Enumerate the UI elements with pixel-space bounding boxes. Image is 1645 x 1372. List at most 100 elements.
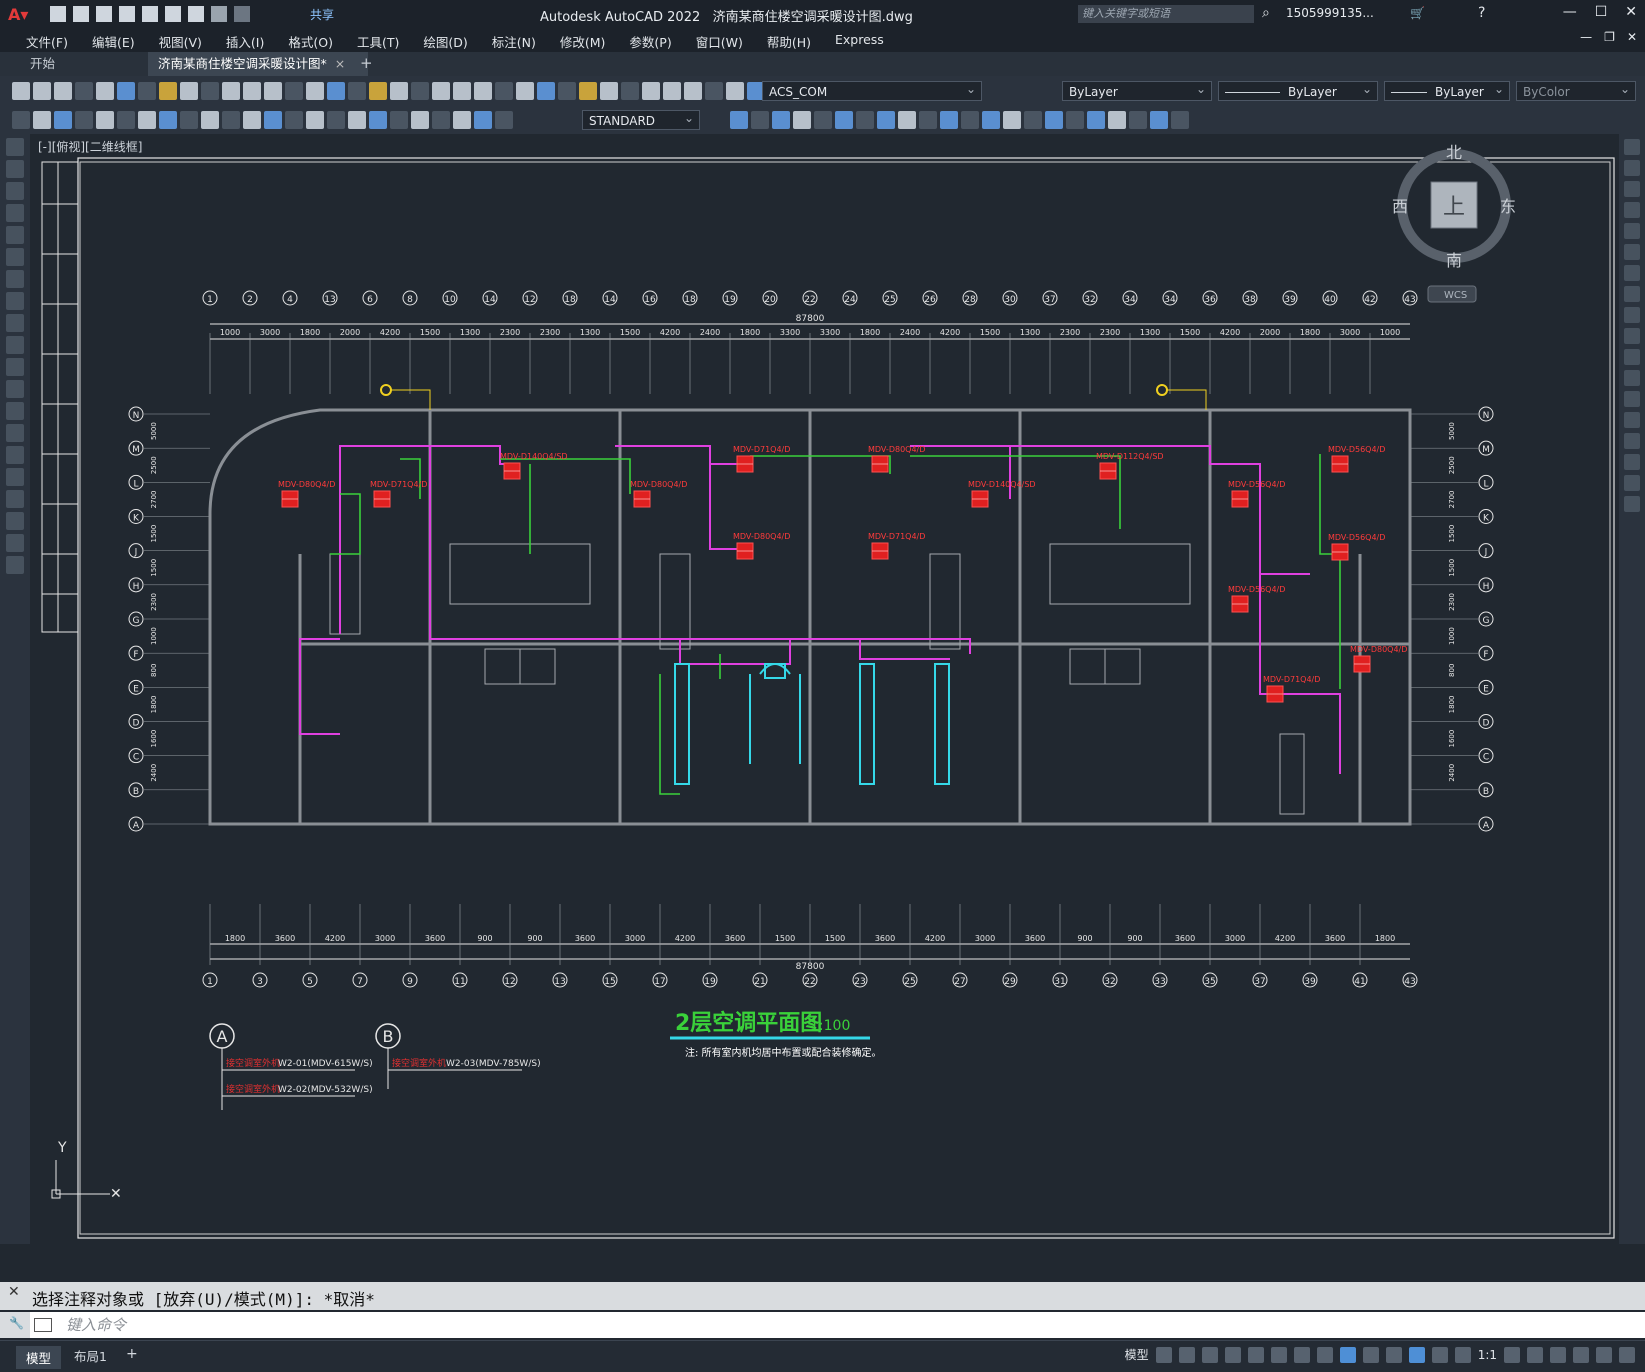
- tb1-icons-tool-icon-26[interactable]: [558, 82, 576, 100]
- drawing-canvas[interactable]: 87800 1000 3000 1800 2000 4200 1500 1300 2300 230…: [30, 134, 1619, 1244]
- tb1-icons-tool-icon-13[interactable]: [285, 82, 303, 100]
- search-icon[interactable]: ⌕: [1262, 5, 1270, 21]
- redo-icon[interactable]: [234, 6, 250, 22]
- tb1-icons-tool-icon-15[interactable]: [327, 82, 345, 100]
- linetype-dropdown[interactable]: ByLayer: [1218, 79, 1378, 101]
- tb2b-icons-tool-icon-5[interactable]: [835, 111, 853, 129]
- lefttools-icon-8[interactable]: [6, 314, 24, 332]
- save-as-icon[interactable]: [119, 6, 135, 22]
- plot-preview-icon[interactable]: [165, 6, 181, 22]
- tb1-icons-tool-icon-16[interactable]: [348, 82, 366, 100]
- righttools-icon-11[interactable]: [1624, 370, 1640, 386]
- tb1-icons-tool-icon-11[interactable]: [243, 82, 261, 100]
- status-toggle-icon-12[interactable]: [1431, 1346, 1448, 1363]
- tb2-icons-tool-icon-5[interactable]: [117, 111, 135, 129]
- righttools-icon-15[interactable]: [1624, 454, 1640, 470]
- add-layout-button[interactable]: +: [126, 1346, 138, 1362]
- menu-item-3[interactable]: 插入(I): [214, 32, 276, 51]
- viewcube-north-label[interactable]: 北: [1446, 143, 1462, 162]
- tb1-icons-tool-icon-23[interactable]: [495, 82, 513, 100]
- status-toggle-icon-5[interactable]: [1270, 1346, 1287, 1363]
- new-tab-button[interactable]: +: [360, 54, 373, 72]
- minimize-icon[interactable]: —: [1563, 4, 1577, 20]
- tb2b-icons-tool-icon-18[interactable]: [1108, 111, 1126, 129]
- status-toggle-icon-1[interactable]: [1178, 1346, 1195, 1363]
- lefttools-icon-17[interactable]: [6, 512, 24, 530]
- save-icon[interactable]: [96, 6, 112, 22]
- tb2-icons-tool-icon-1[interactable]: [33, 111, 51, 129]
- menu-item-2[interactable]: 视图(V): [147, 32, 214, 51]
- tb2b-icons-tool-icon-4[interactable]: [814, 111, 832, 129]
- lefttools-icon-0[interactable]: [6, 138, 24, 156]
- lefttools-icon-14[interactable]: [6, 446, 24, 464]
- menu-item-11[interactable]: 帮助(H): [755, 32, 823, 51]
- tb2b-icons-tool-icon-17[interactable]: [1087, 111, 1105, 129]
- righttools-icon-6[interactable]: [1624, 265, 1640, 281]
- tb1-icons-tool-icon-33[interactable]: [705, 82, 723, 100]
- tb1-icons-tool-icon-2[interactable]: [54, 82, 72, 100]
- status-toggle-icon-19[interactable]: [1619, 1346, 1635, 1363]
- lefttools-icon-1[interactable]: [6, 160, 24, 178]
- tb1-icons-tool-icon-10[interactable]: [222, 82, 240, 100]
- search-input[interactable]: 键入关键字或短语: [1078, 5, 1254, 23]
- textstyle-dropdown[interactable]: STANDARD: [582, 108, 700, 130]
- lefttools-icon-3[interactable]: [6, 204, 24, 222]
- publish-icon[interactable]: [142, 6, 158, 22]
- menu-item-6[interactable]: 绘图(D): [411, 32, 479, 51]
- menu-item-7[interactable]: 标注(N): [480, 32, 548, 51]
- menu-item-1[interactable]: 编辑(E): [80, 32, 147, 51]
- tb2b-icons-tool-icon-9[interactable]: [919, 111, 937, 129]
- status-toggle-icon-18[interactable]: [1596, 1346, 1612, 1363]
- tb2-icons-tool-icon-15[interactable]: [327, 111, 345, 129]
- tb1-icons-tool-icon-28[interactable]: [600, 82, 618, 100]
- tb2-icons-tool-icon-19[interactable]: [411, 111, 429, 129]
- tb1-icons-tool-icon-25[interactable]: [537, 82, 555, 100]
- tb2b-icons-tool-icon-0[interactable]: [730, 111, 748, 129]
- status-toggle-icon-13[interactable]: [1454, 1346, 1471, 1363]
- status-toggle-icon-17[interactable]: [1573, 1346, 1589, 1363]
- status-toggle-icon-10[interactable]: [1385, 1346, 1402, 1363]
- print-icon[interactable]: [188, 6, 204, 22]
- tb2-icons-tool-icon-16[interactable]: [348, 111, 366, 129]
- tb2-icons-tool-icon-13[interactable]: [285, 111, 303, 129]
- righttools-icon-8[interactable]: [1624, 307, 1640, 323]
- righttools-icon-10[interactable]: [1624, 349, 1640, 365]
- viewcube[interactable]: 上 北 南 东 西 WCS: [1392, 143, 1516, 303]
- lefttools-icon-13[interactable]: [6, 424, 24, 442]
- righttools-icon-2[interactable]: [1624, 181, 1640, 197]
- tb2b-icons-tool-icon-12[interactable]: [982, 111, 1000, 129]
- command-settings[interactable]: 🔧: [0, 1312, 30, 1338]
- status-toggle-icon-2[interactable]: [1201, 1346, 1218, 1363]
- layer-dropdown[interactable]: ACS_COM: [762, 79, 982, 101]
- tb2b-icons-tool-icon-2[interactable]: [772, 111, 790, 129]
- tb1-icons-tool-icon-8[interactable]: [180, 82, 198, 100]
- tb1-icons-tool-icon-31[interactable]: [663, 82, 681, 100]
- tb1-icons-tool-icon-12[interactable]: [264, 82, 282, 100]
- righttools-icon-7[interactable]: [1624, 286, 1640, 302]
- status-toggle-icon-11[interactable]: [1408, 1346, 1425, 1363]
- status-toggle-icon-0[interactable]: [1155, 1346, 1172, 1363]
- tb2-icons-tool-icon-4[interactable]: [96, 111, 114, 129]
- tb2-icons-tool-icon-3[interactable]: [75, 111, 93, 129]
- tb1-icons-tool-icon-14[interactable]: [306, 82, 324, 100]
- tb2b-icons-tool-icon-7[interactable]: [877, 111, 895, 129]
- lefttools-icon-18[interactable]: [6, 534, 24, 552]
- tb2-icons-tool-icon-12[interactable]: [264, 111, 282, 129]
- layout-tab-model[interactable]: 模型: [16, 1346, 62, 1369]
- tb1-icons-tool-icon-9[interactable]: [201, 82, 219, 100]
- tb1-icons-tool-icon-30[interactable]: [642, 82, 660, 100]
- tb2-icons-tool-icon-9[interactable]: [201, 111, 219, 129]
- righttools-icon-3[interactable]: [1624, 202, 1640, 218]
- righttools-icon-0[interactable]: [1624, 139, 1640, 155]
- new-icon[interactable]: [50, 6, 66, 22]
- viewcube-east-label[interactable]: 东: [1500, 197, 1516, 216]
- status-toggle-icon-16[interactable]: [1550, 1346, 1566, 1363]
- doc-restore-icon[interactable]: ❐: [1604, 30, 1615, 44]
- tb2-icons-tool-icon-22[interactable]: [474, 111, 492, 129]
- model-space-toggle[interactable]: 模型: [1125, 1346, 1149, 1363]
- status-toggle-icon-14[interactable]: [1504, 1346, 1520, 1363]
- close-icon[interactable]: ✕: [1625, 4, 1637, 20]
- color-dropdown[interactable]: ByLayer: [1062, 79, 1212, 101]
- doc-minimize-icon[interactable]: —: [1580, 30, 1592, 44]
- tb2-icons-tool-icon-14[interactable]: [306, 111, 324, 129]
